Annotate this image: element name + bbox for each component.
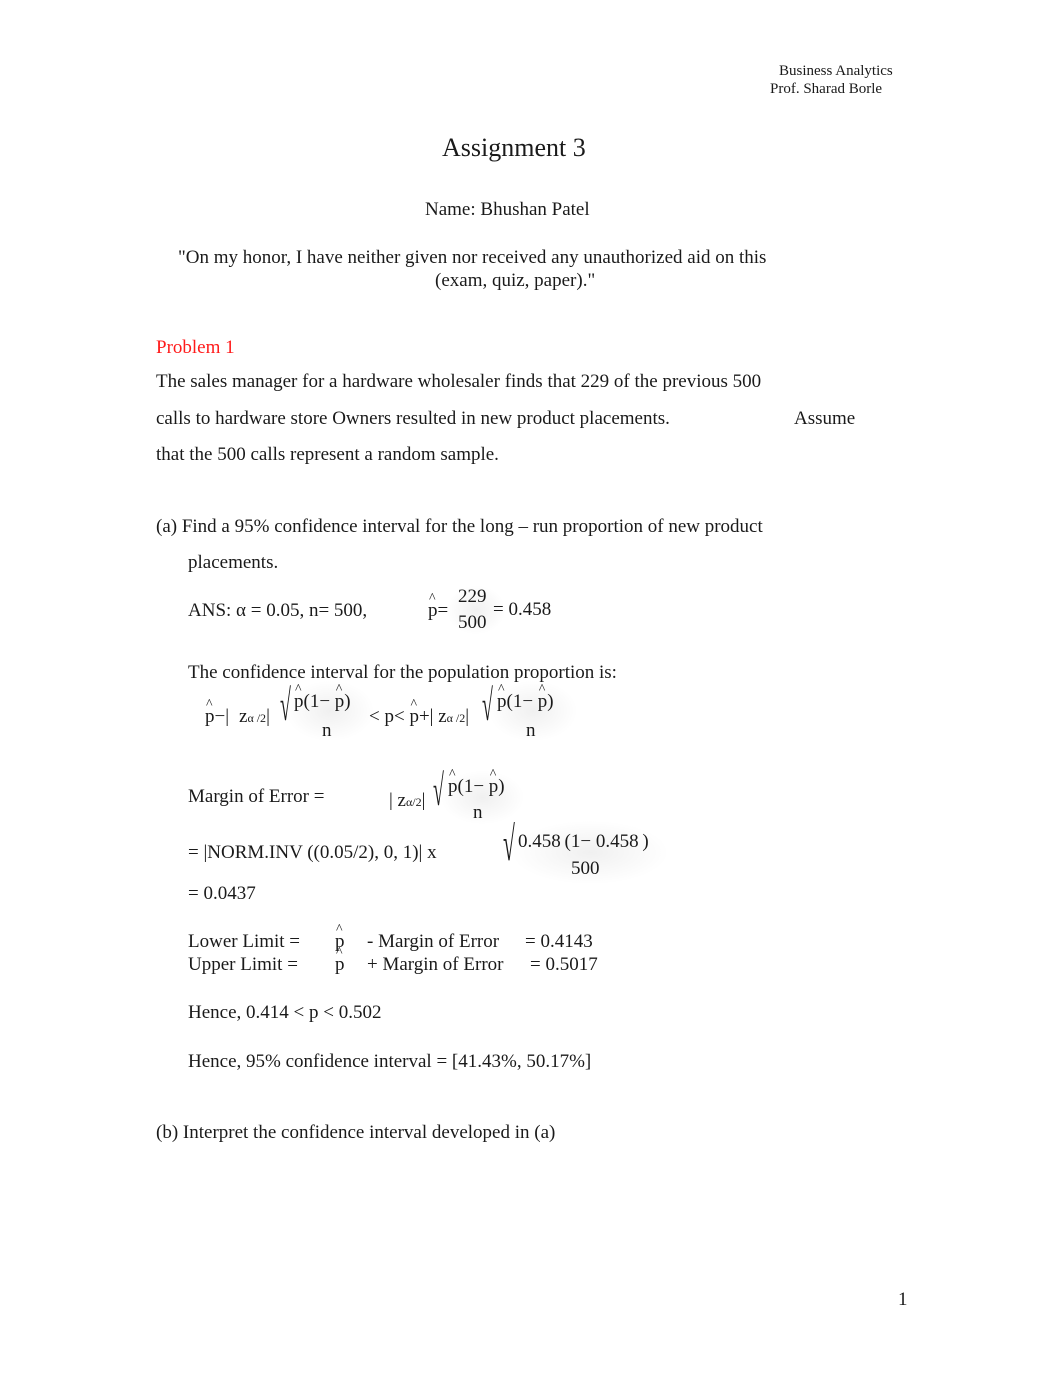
phat-denominator: 500 xyxy=(458,612,487,633)
lower-limit-value: = 0.4143 xyxy=(525,931,593,952)
sqrt-symbol-icon: √ xyxy=(482,681,493,730)
moe-numerator: p(1− p) xyxy=(448,767,505,798)
course-name: Business Analytics xyxy=(779,63,893,79)
moe-label: Margin of Error = xyxy=(188,786,325,807)
document-title: Assignment 3 xyxy=(442,133,586,162)
part-b-question: (b) Interpret the confidence interval de… xyxy=(156,1122,556,1143)
problem-heading: Problem 1 xyxy=(156,337,235,358)
ci-phat-minus: p−| xyxy=(205,697,229,728)
hence-confidence-interval: Hence, 95% confidence interval = [41.43%… xyxy=(188,1051,592,1072)
ci-middle: < p< p+| zα /2| xyxy=(369,697,469,728)
statement-line-2-assume: Assume xyxy=(794,408,856,429)
professor-name: Prof. Sharad Borle xyxy=(770,81,883,97)
ci-z-critical: zα /2| xyxy=(239,706,270,727)
moe-calculation: = |NORM.INV ((0.05/2), 0, 1)| x xyxy=(188,842,437,863)
honor-code-line-1: "On my honor, I have neither given nor r… xyxy=(178,247,767,268)
sqrt-symbol-icon: √ xyxy=(433,766,444,815)
honor-code-line-2: (exam, quiz, paper)." xyxy=(435,270,596,291)
lower-limit-expression: - Margin of Error xyxy=(367,931,500,952)
upper-limit-phat: p xyxy=(335,945,345,976)
upper-limit-expression: + Margin of Error xyxy=(367,954,504,975)
statement-line-3: that the 500 calls represent a random sa… xyxy=(156,444,499,465)
page-number: 1 xyxy=(898,1289,908,1310)
ci-right-denominator: n xyxy=(526,720,536,741)
moe-calc-denominator: 500 xyxy=(571,858,600,879)
moe-value: = 0.0437 xyxy=(188,883,256,904)
ci-left-denominator: n xyxy=(322,720,332,741)
ci-left-numerator: p(1− p) xyxy=(294,682,351,713)
moe-denominator: n xyxy=(473,802,483,823)
answer-given-values: ANS: α = 0.05, n= 500, xyxy=(188,600,368,621)
statement-line-2: calls to hardware store Owners resulted … xyxy=(156,408,670,429)
hence-range: Hence, 0.414 < p < 0.502 xyxy=(188,1002,382,1023)
lower-limit-label: Lower Limit = xyxy=(188,931,301,952)
upper-limit-label: Upper Limit = xyxy=(188,954,298,975)
sqrt-symbol-icon: √ xyxy=(503,818,515,871)
phat-numerator: 229 xyxy=(458,586,487,607)
part-a-question-line-2: placements. xyxy=(188,552,279,573)
moe-calc-numerator: 0.458 (1− 0.458 ) xyxy=(518,831,649,852)
part-a-question-line-1: (a) Find a 95% confidence interval for t… xyxy=(156,516,763,537)
student-name: Name: Bhushan Patel xyxy=(425,199,590,220)
ci-right-numerator: p(1− p) xyxy=(497,682,554,713)
statement-line-1: The sales manager for a hardware wholesa… xyxy=(156,371,762,392)
moe-z-critical: | zα/2| xyxy=(389,790,426,811)
phat-result: = 0.458 xyxy=(493,599,552,620)
sqrt-symbol-icon: √ xyxy=(280,681,291,730)
upper-limit-value: = 0.5017 xyxy=(530,954,598,975)
